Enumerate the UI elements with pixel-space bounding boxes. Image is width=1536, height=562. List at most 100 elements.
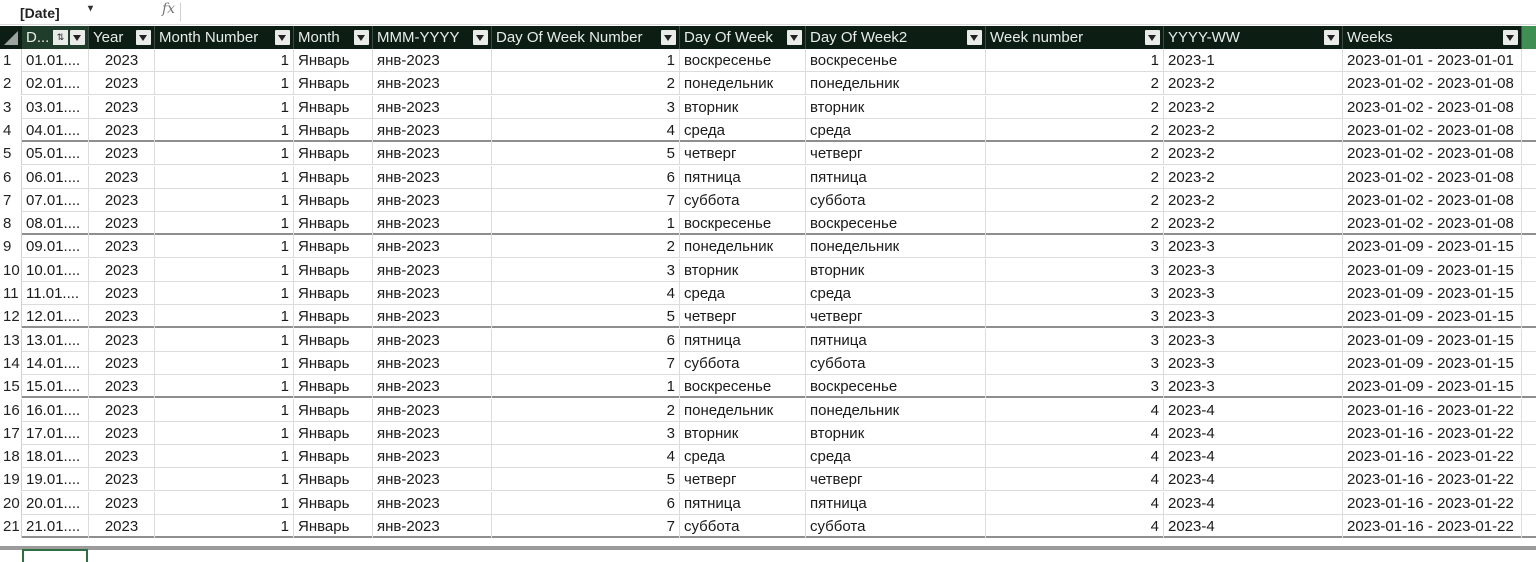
cell-dow2[interactable]: четверг [806,142,986,166]
cell-weeks[interactable]: 2023-01-01 - 2023-01-01 [1343,49,1522,72]
cell-dow[interactable]: воскресенье [680,375,806,399]
cell-date[interactable]: 01.01.... [22,49,89,72]
cell-month_number[interactable]: 1 [155,258,294,282]
cell-weeks[interactable]: 2023-01-16 - 2023-01-22 [1343,468,1522,492]
cell-week_number[interactable]: 2 [986,95,1164,119]
cell-weeks[interactable]: 2023-01-16 - 2023-01-22 [1343,398,1522,422]
cell-week_number[interactable]: 2 [986,212,1164,236]
cell-month_number[interactable]: 1 [155,351,294,375]
column-header-dow2[interactable]: Day Of Week2 [806,26,986,49]
cell-month[interactable]: Январь [294,142,373,166]
filter-dropdown-icon[interactable] [661,30,676,45]
row-number[interactable]: 17 [0,421,22,445]
column-header-mmm_yyyy[interactable]: MMM-YYYY [373,26,492,49]
cell-dow_number[interactable]: 4 [492,118,680,142]
cell-month[interactable]: Январь [294,118,373,142]
cell-week_number[interactable]: 3 [986,375,1164,399]
cell-yyyy_ww[interactable]: 2023-3 [1164,235,1343,259]
cell-year[interactable]: 2023 [89,515,155,538]
cell-month_number[interactable]: 1 [155,468,294,492]
cell-yyyy_ww[interactable]: 2023-3 [1164,351,1343,375]
cell-mmm_yyyy[interactable]: янв-2023 [373,235,492,259]
cell-week_number[interactable]: 2 [986,188,1164,212]
cell-year[interactable]: 2023 [89,491,155,515]
cell-weeks[interactable]: 2023-01-16 - 2023-01-22 [1343,515,1522,538]
cell-dow[interactable]: четверг [680,468,806,492]
cell-weeks[interactable]: 2023-01-09 - 2023-01-15 [1343,282,1522,305]
cell-week_number[interactable]: 4 [986,445,1164,469]
cell-dow2[interactable]: понедельник [806,72,986,96]
cell-weeks[interactable]: 2023-01-16 - 2023-01-22 [1343,421,1522,445]
cell-dow[interactable]: суббота [680,515,806,538]
cell-dow2[interactable]: понедельник [806,235,986,259]
cell-date[interactable]: 19.01.... [22,468,89,492]
cell-dow[interactable]: вторник [680,421,806,445]
row-number[interactable]: 1 [0,49,22,72]
cell-week_number[interactable]: 4 [986,515,1164,538]
cell-dow[interactable]: четверг [680,305,806,329]
cell-week_number[interactable]: 3 [986,258,1164,282]
cell-month[interactable]: Январь [294,351,373,375]
cell-dow_number[interactable]: 7 [492,351,680,375]
cell-date[interactable]: 02.01.... [22,72,89,96]
column-header-weeks[interactable]: Weeks [1343,26,1522,49]
cell-dow2[interactable]: суббота [806,188,986,212]
row-number[interactable]: 4 [0,118,22,142]
cell-year[interactable]: 2023 [89,468,155,492]
cell-month_number[interactable]: 1 [155,49,294,72]
cell-dow2[interactable]: воскресенье [806,212,986,236]
cell-month[interactable]: Январь [294,188,373,212]
cell-year[interactable]: 2023 [89,212,155,236]
cell-mmm_yyyy[interactable]: янв-2023 [373,188,492,212]
column-header-month_number[interactable]: Month Number [155,26,294,49]
cell-mmm_yyyy[interactable]: янв-2023 [373,445,492,469]
column-header-year[interactable]: Year [89,26,155,49]
cell-week_number[interactable]: 4 [986,398,1164,422]
cell-dow[interactable]: вторник [680,95,806,119]
filter-dropdown-icon[interactable] [1145,30,1160,45]
cell-dow_number[interactable]: 5 [492,468,680,492]
cell-date[interactable]: 14.01.... [22,351,89,375]
cell-dow2[interactable]: вторник [806,421,986,445]
cell-week_number[interactable]: 2 [986,72,1164,96]
row-number[interactable]: 18 [0,445,22,469]
column-header-week_number[interactable]: Week number [986,26,1164,49]
cell-yyyy_ww[interactable]: 2023-3 [1164,282,1343,305]
cell-year[interactable]: 2023 [89,72,155,96]
cell-date[interactable]: 20.01.... [22,491,89,515]
cell-dow_number[interactable]: 5 [492,305,680,329]
cell-weeks[interactable]: 2023-01-02 - 2023-01-08 [1343,142,1522,166]
cell-yyyy_ww[interactable]: 2023-4 [1164,468,1343,492]
cell-month[interactable]: Январь [294,445,373,469]
cell-year[interactable]: 2023 [89,142,155,166]
cell-weeks[interactable]: 2023-01-09 - 2023-01-15 [1343,375,1522,399]
cell-month_number[interactable]: 1 [155,72,294,96]
cell-dow_number[interactable]: 1 [492,375,680,399]
cell-date[interactable]: 10.01.... [22,258,89,282]
cell-date[interactable]: 18.01.... [22,445,89,469]
cell-dow2[interactable]: среда [806,282,986,305]
cell-year[interactable]: 2023 [89,235,155,259]
cell-mmm_yyyy[interactable]: янв-2023 [373,305,492,329]
cell-month[interactable]: Январь [294,305,373,329]
cell-yyyy_ww[interactable]: 2023-2 [1164,118,1343,142]
cell-date[interactable]: 05.01.... [22,142,89,166]
cell-mmm_yyyy[interactable]: янв-2023 [373,468,492,492]
cell-dow_number[interactable]: 6 [492,165,680,189]
cell-month_number[interactable]: 1 [155,95,294,119]
cell-date[interactable]: 12.01.... [22,305,89,329]
cell-dow2[interactable]: воскресенье [806,375,986,399]
cell-mmm_yyyy[interactable]: янв-2023 [373,118,492,142]
cell-date[interactable]: 21.01.... [22,515,89,538]
cell-month_number[interactable]: 1 [155,515,294,538]
cell-month[interactable]: Январь [294,468,373,492]
cell-yyyy_ww[interactable]: 2023-3 [1164,328,1343,352]
cell-month_number[interactable]: 1 [155,305,294,329]
cell-year[interactable]: 2023 [89,328,155,352]
filter-dropdown-icon[interactable] [70,30,85,45]
cell-dow_number[interactable]: 2 [492,235,680,259]
column-header-dow[interactable]: Day Of Week [680,26,806,49]
cell-dow_number[interactable]: 1 [492,212,680,236]
cell-month[interactable]: Январь [294,49,373,72]
cell-mmm_yyyy[interactable]: янв-2023 [373,95,492,119]
